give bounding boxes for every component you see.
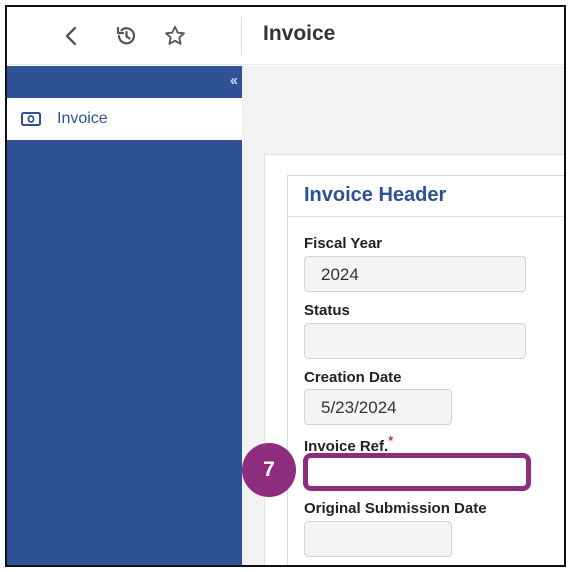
form-card: Invoice Header Fiscal Year 2024 Status C…	[264, 154, 564, 565]
header-divider	[241, 17, 242, 55]
chevron-left-icon	[65, 26, 77, 46]
fiscal-year-field[interactable]: 2024	[304, 256, 526, 292]
status-field[interactable]	[304, 323, 526, 359]
status-label: Status	[304, 302, 350, 319]
step-badge: 7	[242, 443, 296, 497]
top-bar: Invoice	[7, 7, 564, 65]
history-icon	[116, 26, 136, 45]
original-submission-date-label: Original Submission Date	[304, 500, 487, 517]
required-marker: *	[388, 434, 394, 448]
creation-date-value: 5/23/2024	[321, 398, 397, 417]
favorite-button[interactable]	[160, 21, 190, 51]
creation-date-field[interactable]: 5/23/2024	[304, 389, 452, 425]
sidebar-item-label: Invoice	[57, 110, 108, 127]
history-button[interactable]	[111, 21, 141, 51]
screenshot-frame: Invoice ‹‹ Invoice Invoice Header Fiscal…	[5, 5, 566, 567]
back-button[interactable]	[57, 21, 87, 51]
invoice-header-section: Invoice Header Fiscal Year 2024 Status C…	[287, 175, 564, 565]
money-bill-icon	[21, 112, 41, 126]
star-icon	[165, 25, 185, 45]
section-divider	[288, 216, 564, 217]
original-submission-date-field[interactable]	[304, 521, 452, 557]
section-title: Invoice Header	[304, 184, 447, 206]
fiscal-year-label: Fiscal Year	[304, 235, 383, 252]
sidebar: ‹‹ Invoice	[7, 66, 242, 565]
collapse-sidebar-button[interactable]: ‹‹	[230, 72, 238, 89]
creation-date-label: Creation Date	[304, 369, 402, 386]
sidebar-item-invoice[interactable]: Invoice	[7, 98, 242, 140]
invoice-ref-input[interactable]	[303, 453, 531, 491]
main-content: Invoice Header Fiscal Year 2024 Status C…	[242, 66, 564, 565]
invoice-ref-label: Invoice Ref.*	[304, 434, 393, 455]
fiscal-year-value: 2024	[321, 265, 359, 284]
page-title: Invoice	[263, 22, 336, 45]
double-chevron-left-icon: ‹‹	[230, 72, 238, 89]
